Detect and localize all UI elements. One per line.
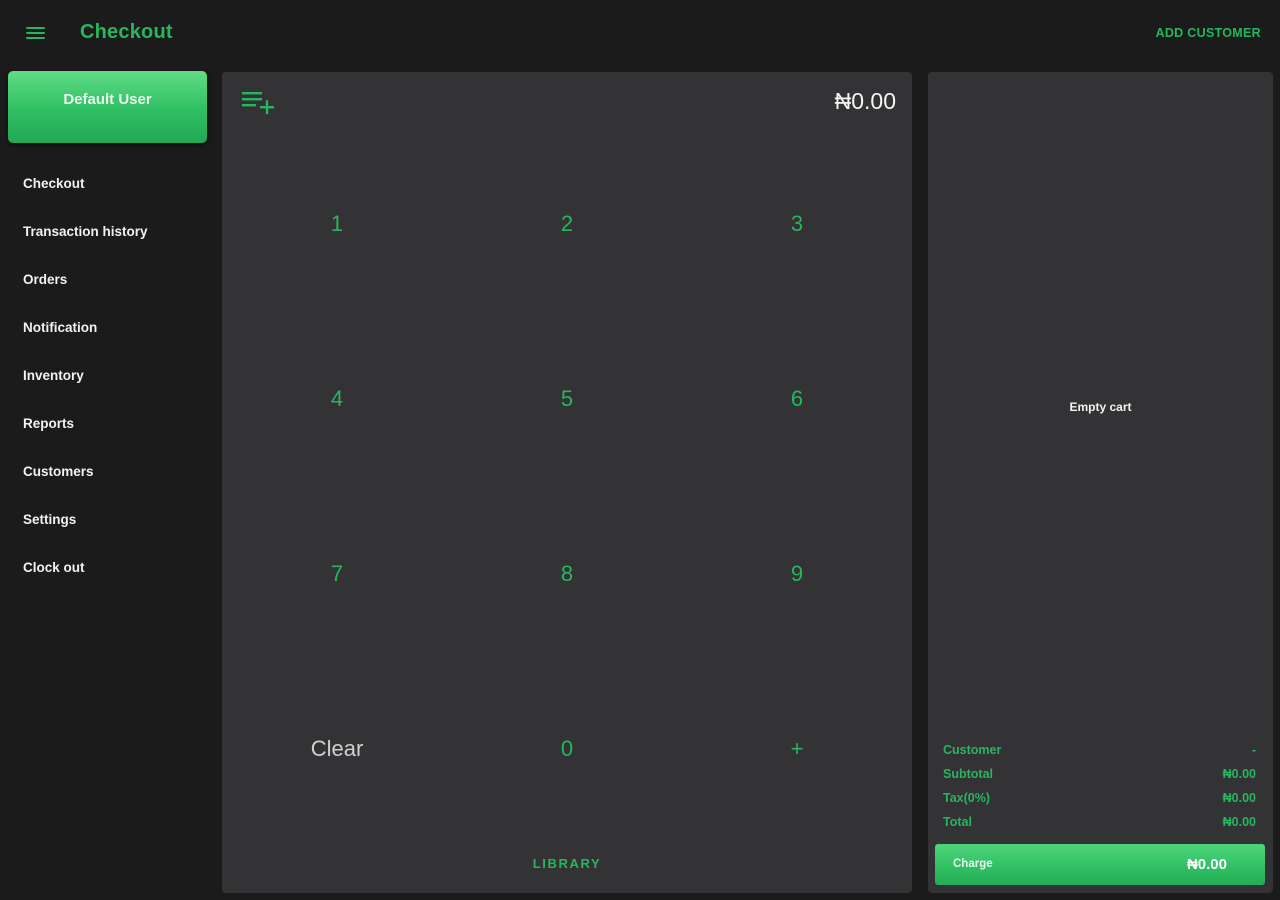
sidebar-nav: Checkout Transaction history Orders Noti… [0, 160, 215, 592]
key-9[interactable]: 9 [682, 486, 912, 661]
summary-label: Subtotal [943, 767, 993, 781]
summary-row-tax: Tax(0%) ₦0.00 [943, 790, 1256, 814]
charge-button[interactable]: Charge ₦0.00 [935, 844, 1265, 885]
key-clear[interactable]: Clear [222, 661, 452, 836]
sidebar-item-transaction-history[interactable]: Transaction history [0, 208, 215, 256]
summary-row-subtotal: Subtotal ₦0.00 [943, 766, 1256, 790]
summary-value: ₦0.00 [1222, 815, 1256, 829]
empty-cart-label: Empty cart [1069, 400, 1132, 414]
amount-display: ₦0.00 [834, 88, 896, 114]
library-button[interactable]: LIBRARY [222, 856, 912, 871]
key-8[interactable]: 8 [452, 486, 682, 661]
summary-label: Tax(0%) [943, 791, 991, 805]
sidebar-item-orders[interactable]: Orders [0, 256, 215, 304]
summary-value: - [1251, 743, 1256, 757]
cart-panel: Empty cart Customer - Subtotal ₦0.00 Tax… [928, 72, 1273, 893]
sidebar-item-customers[interactable]: Customers [0, 448, 215, 496]
sidebar-item-clock-out[interactable]: Clock out [0, 544, 215, 592]
summary-label: Total [943, 815, 972, 829]
sidebar-item-notification[interactable]: Notification [0, 304, 215, 352]
charge-label: Charge [953, 858, 993, 870]
charge-amount: ₦0.00 [1186, 856, 1227, 873]
summary-label: Customer [943, 743, 1002, 757]
top-app-bar: Checkout ADD CUSTOMER [0, 0, 1280, 66]
key-6[interactable]: 6 [682, 311, 912, 486]
key-7[interactable]: 7 [222, 486, 452, 661]
key-plus[interactable]: + [682, 661, 912, 836]
summary-value: ₦0.00 [1222, 767, 1256, 781]
summary-row-total: Total ₦0.00 [943, 814, 1256, 838]
key-0[interactable]: 0 [452, 661, 682, 836]
keypad-grid: 1 2 3 4 5 6 7 8 9 Clear 0 + [222, 136, 912, 836]
sidebar-item-inventory[interactable]: Inventory [0, 352, 215, 400]
sidebar-item-checkout[interactable]: Checkout [0, 160, 215, 208]
user-button-label: Default User [63, 91, 152, 108]
keypad-panel: ₦0.00 1 2 3 4 5 6 7 8 9 Clear 0 + LIBRAR… [222, 72, 912, 893]
summary-value: ₦0.00 [1222, 791, 1256, 805]
key-1[interactable]: 1 [222, 136, 452, 311]
add-customer-button[interactable]: ADD CUSTOMER [1156, 26, 1261, 40]
playlist-add-icon[interactable] [240, 88, 280, 118]
hamburger-menu-icon[interactable] [20, 20, 52, 46]
summary-row-customer: Customer - [943, 742, 1256, 766]
key-2[interactable]: 2 [452, 136, 682, 311]
default-user-button[interactable]: Default User [8, 71, 207, 143]
page-title: Checkout [80, 21, 173, 43]
key-5[interactable]: 5 [452, 311, 682, 486]
cart-summary: Customer - Subtotal ₦0.00 Tax(0%) ₦0.00 … [943, 742, 1256, 838]
key-4[interactable]: 4 [222, 311, 452, 486]
key-3[interactable]: 3 [682, 136, 912, 311]
sidebar-item-settings[interactable]: Settings [0, 496, 215, 544]
sidebar-item-reports[interactable]: Reports [0, 400, 215, 448]
